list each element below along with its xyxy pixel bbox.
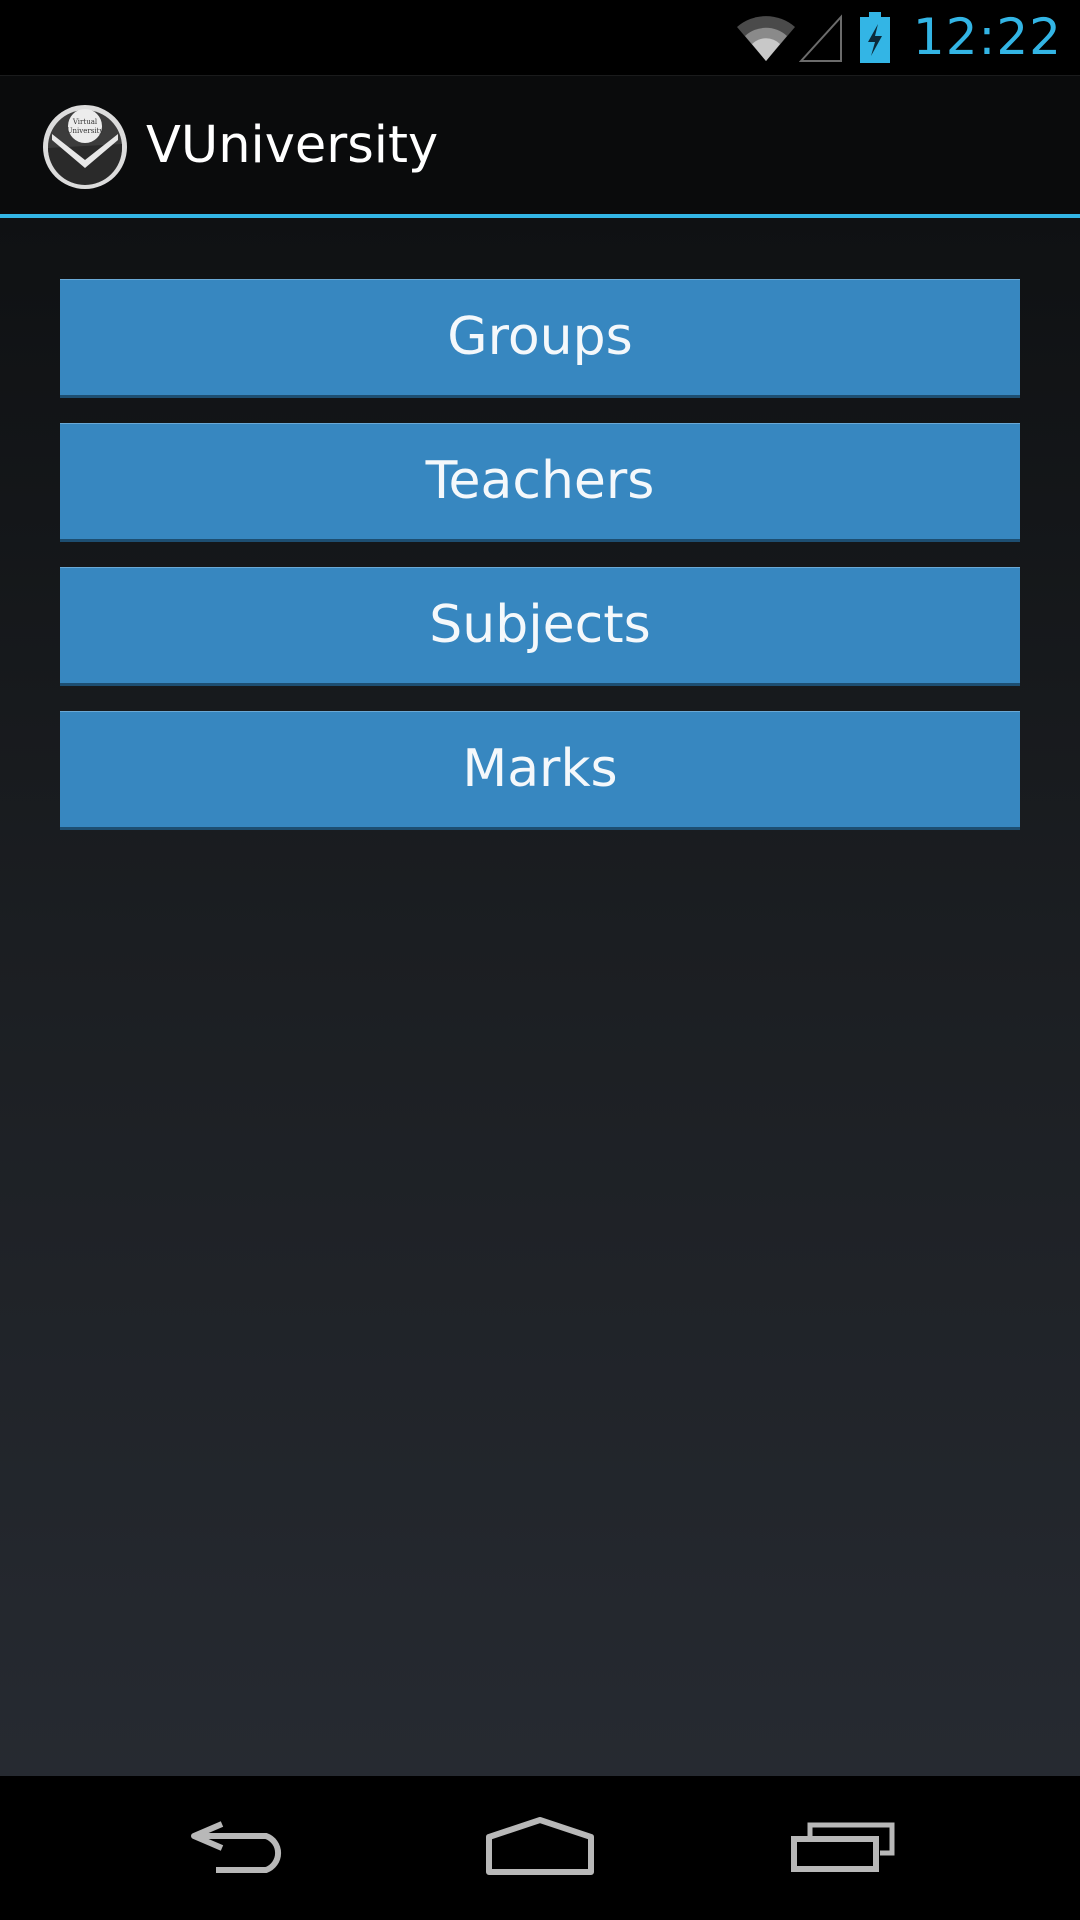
home-button[interactable] <box>470 1798 610 1898</box>
status-clock: 12:22 <box>912 8 1062 66</box>
status-bar: 12:22 <box>0 0 1080 75</box>
back-button[interactable] <box>170 1798 310 1898</box>
marks-button[interactable]: Marks <box>60 711 1020 830</box>
recent-apps-button[interactable] <box>773 1798 913 1898</box>
main-content: Groups Teachers Subjects Marks <box>0 218 1080 1776</box>
status-icons: 12:22 <box>735 0 1062 75</box>
groups-button[interactable]: Groups <box>60 279 1020 398</box>
app-logo-icon[interactable]: Virtual University <box>42 104 128 190</box>
action-bar: Virtual University VUniversity <box>0 75 1080 214</box>
teachers-button[interactable]: Teachers <box>60 423 1020 542</box>
logo-text-line1: Virtual <box>72 118 98 126</box>
navigation-bar <box>0 1776 1080 1920</box>
recent-apps-icon <box>790 1819 896 1877</box>
wifi-icon <box>735 13 797 63</box>
app-title: VUniversity <box>146 116 439 175</box>
home-icon <box>485 1817 595 1879</box>
screen: 12:22 Virtual University VUniversity Gro… <box>0 0 1080 1920</box>
battery-charging-icon <box>859 11 891 64</box>
logo-text-line2: University <box>67 127 104 135</box>
subjects-button[interactable]: Subjects <box>60 567 1020 686</box>
cell-signal-icon <box>798 13 843 63</box>
back-icon <box>188 1818 292 1878</box>
